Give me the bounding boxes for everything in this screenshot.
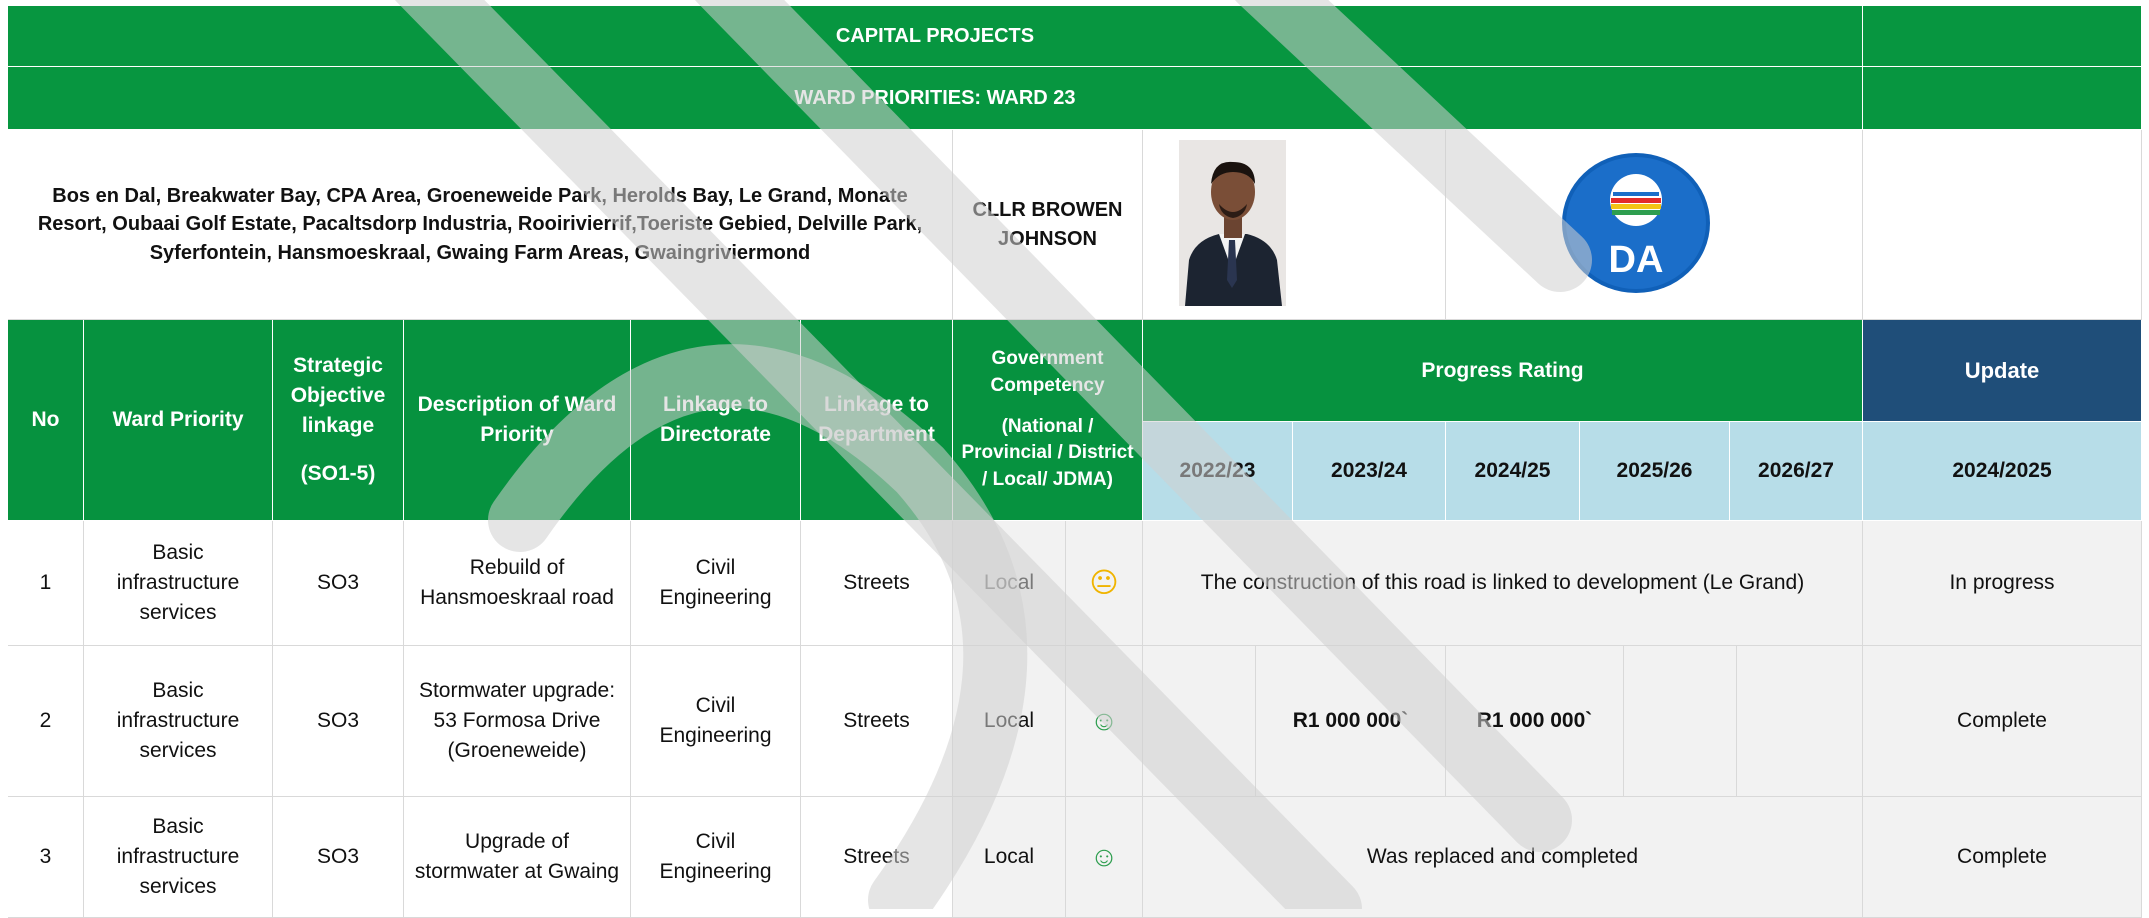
row1-directorate: Civil Engineering	[631, 521, 801, 646]
councillor-name: CLLR BROWEN JOHNSON	[953, 130, 1143, 320]
row3-so: SO3	[273, 797, 404, 918]
row2-priority: Basic infrastructure services	[84, 646, 273, 797]
col-gov-label: Government Competency	[990, 347, 1105, 396]
year-2026-27: 2026/27	[1730, 422, 1863, 521]
row2-no: 2	[8, 646, 84, 797]
row2-2024-25-budget: R1 000 000`	[1446, 646, 1624, 797]
update-year: 2024/2025	[1863, 422, 2142, 521]
councillor-photo	[1179, 140, 1286, 306]
year-2025-26: 2025/26	[1580, 422, 1730, 521]
col-department: Linkage to Department	[801, 320, 953, 521]
col-description: Description of Ward Priority	[404, 320, 631, 521]
row1-department: Streets	[801, 521, 953, 646]
neutral-face-icon: 😐	[1066, 521, 1143, 646]
col-strategic-range: (SO1-5)	[300, 461, 376, 485]
col-strategic-label: Strategic Objective linkage	[290, 354, 386, 437]
row1-so: SO3	[273, 521, 404, 646]
row1-description: Rebuild of Hansmoeskraal road	[404, 521, 631, 646]
col-strategic: Strategic Objective linkage (SO1-5)	[273, 320, 404, 521]
ward-areas: Bos en Dal, Breakwater Bay, CPA Area, Gr…	[8, 130, 953, 320]
year-2024-25: 2024/25	[1446, 422, 1580, 521]
row1-competency: Local	[953, 521, 1066, 646]
row3-department: Streets	[801, 797, 953, 918]
happy-face-icon: ☺	[1066, 797, 1143, 918]
row2-2022-23	[1143, 646, 1256, 797]
col-directorate: Linkage to Directorate	[631, 320, 801, 521]
row1-priority: Basic infrastructure services	[84, 521, 273, 646]
row3-priority: Basic infrastructure services	[84, 797, 273, 918]
row2-2025-26	[1624, 646, 1737, 797]
year-2022-23: 2022/23	[1143, 422, 1293, 521]
col-progress-rating: Progress Rating	[1143, 320, 1863, 422]
row2-directorate: Civil Engineering	[631, 646, 801, 797]
ward-info-blank	[1863, 130, 2142, 320]
party-logo-text: DA	[1609, 239, 1664, 281]
table-subtitle: WARD PRIORITIES: WARD 23	[8, 67, 1863, 130]
col-gov-options: (National / Provincial / District / Loca…	[961, 415, 1134, 491]
row2-competency: Local	[953, 646, 1066, 797]
capital-projects-table: CAPITAL PROJECTS WARD PRIORITIES: WARD 2…	[8, 6, 2142, 918]
row3-no: 3	[8, 797, 84, 918]
title-side-cell	[1863, 6, 2142, 67]
row2-so: SO3	[273, 646, 404, 797]
row2-description: Stormwater upgrade: 53 Formosa Drive (Gr…	[404, 646, 631, 797]
subtitle-side-cell	[1863, 67, 2142, 130]
row1-no: 1	[8, 521, 84, 646]
row3-directorate: Civil Engineering	[631, 797, 801, 918]
row3-competency: Local	[953, 797, 1066, 918]
col-government-competency: Government Competency (National / Provin…	[953, 320, 1143, 521]
col-update: Update	[1863, 320, 2142, 422]
row3-description: Upgrade of stormwater at Gwaing	[404, 797, 631, 918]
happy-face-icon: ☺	[1066, 646, 1143, 797]
row2-2023-24-budget: R1 000 000`	[1256, 646, 1446, 797]
col-ward-priority: Ward Priority	[84, 320, 273, 521]
row2-update: Complete	[1863, 646, 2142, 797]
row3-update: Complete	[1863, 797, 2142, 918]
row2-department: Streets	[801, 646, 953, 797]
table-title: CAPITAL PROJECTS	[8, 6, 1863, 67]
party-logo: DA	[1561, 152, 1711, 294]
row1-progress-note: The construction of this road is linked …	[1143, 521, 1863, 646]
year-2023-24: 2023/24	[1293, 422, 1446, 521]
row3-progress-note: Was replaced and completed	[1143, 797, 1863, 918]
col-no: No	[8, 320, 84, 521]
row2-2026-27	[1737, 646, 1863, 797]
row1-update: In progress	[1863, 521, 2142, 646]
